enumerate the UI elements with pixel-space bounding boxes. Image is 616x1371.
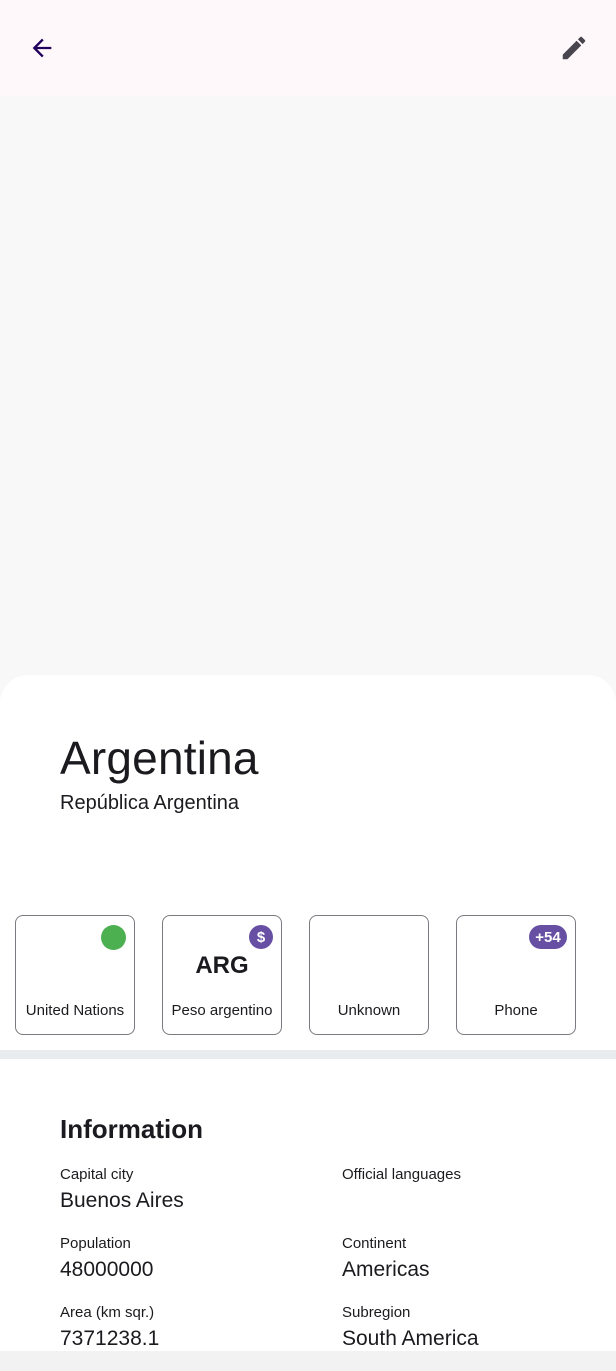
currency-code: ARG	[195, 952, 249, 979]
top-app-bar	[0, 0, 616, 96]
area-label: Area (km sqr.)	[60, 1304, 155, 1321]
pencil-icon	[562, 36, 586, 60]
card-label: Peso argentino	[171, 1002, 273, 1019]
card-label: Phone	[494, 1002, 538, 1019]
currency-card[interactable]: $ ARG Peso argentino	[162, 915, 282, 1035]
section-divider	[0, 1050, 616, 1059]
population-value: 48000000	[60, 1258, 154, 1281]
capital-label: Capital city	[60, 1166, 134, 1183]
back-button[interactable]	[18, 24, 66, 72]
country-detail-screen: Argentina República Argentina United Nat…	[0, 0, 616, 1371]
continent-value: Americas	[342, 1258, 430, 1281]
un-membership-card[interactable]: United Nations	[15, 915, 135, 1035]
country-name: Argentina	[60, 732, 259, 784]
bottom-system-bar	[0, 1351, 616, 1371]
languages-label: Official languages	[342, 1166, 461, 1183]
flag-image-area	[0, 96, 616, 676]
country-official-name: República Argentina	[60, 792, 240, 814]
subregion-label: Subregion	[342, 1304, 411, 1321]
currency-symbol-badge: $	[249, 925, 273, 949]
phone-code-badge: +54	[529, 925, 567, 949]
phone-card[interactable]: +54 Phone	[456, 915, 576, 1035]
information-heading: Information	[60, 1114, 203, 1144]
population-label: Population	[60, 1235, 131, 1252]
area-value: 7371238.1	[60, 1327, 160, 1350]
edit-button[interactable]	[550, 24, 598, 72]
card-label: Unknown	[337, 1002, 401, 1019]
status-indicator-dot	[101, 925, 126, 950]
continent-label: Continent	[342, 1235, 407, 1252]
arrow-left-icon	[32, 38, 52, 58]
capital-value: Buenos Aires	[60, 1189, 184, 1212]
card-label: United Nations	[25, 1002, 125, 1019]
unknown-card[interactable]: Unknown	[309, 915, 429, 1035]
subregion-value: South America	[342, 1327, 479, 1350]
